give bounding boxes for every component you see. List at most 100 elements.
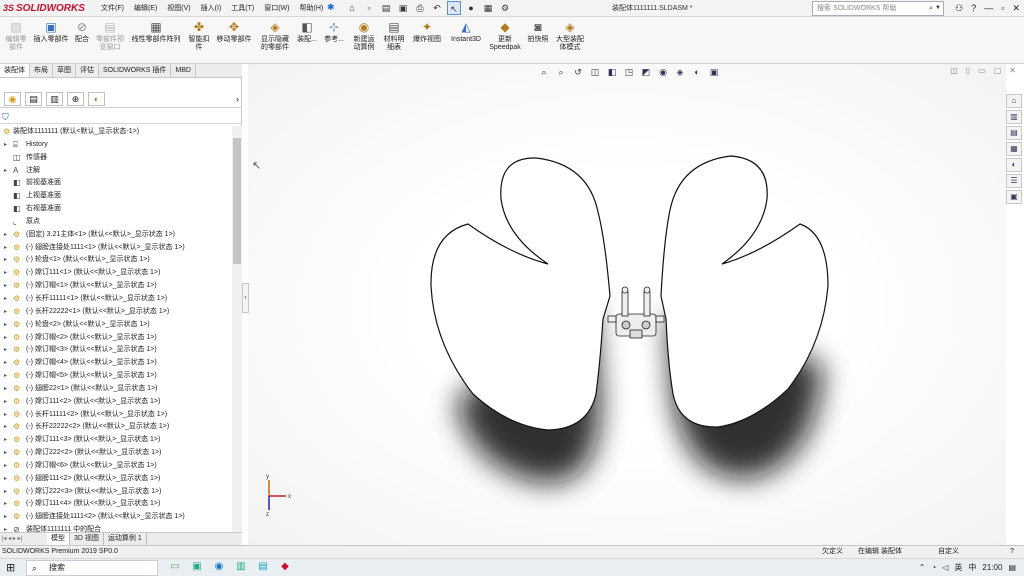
insert-component-button[interactable]: ▣ 插入零部件 — [31, 20, 71, 44]
tab-3d-view[interactable]: 3D 视图 — [70, 533, 104, 545]
expand-arrow-icon[interactable]: ▸ — [4, 254, 7, 267]
design-library-icon[interactable]: ▥ — [1006, 110, 1022, 124]
tree-item[interactable]: ▸ ⌸ History — [0, 139, 232, 152]
scrollbar-thumb[interactable] — [233, 138, 241, 264]
expand-arrow-icon[interactable]: ▸ — [4, 473, 7, 486]
units-selector[interactable]: 自定义 — [938, 546, 959, 558]
instant3d-button[interactable]: ◭ Instant3D — [448, 20, 484, 44]
expand-arrow-icon[interactable]: ▸ — [4, 293, 7, 306]
forum-icon[interactable]: ▣ — [1006, 190, 1022, 204]
show-hidden-button[interactable]: ◈ 显示隐藏 的零部件 — [258, 20, 292, 52]
edit-component-button[interactable]: ▧ 编辑零 部件 — [3, 20, 29, 52]
tree-item[interactable]: ▸ ⚙ (-) 嫦订111<2> (默认<<默认>_显示状态 1>) — [0, 396, 232, 409]
expand-arrow-icon[interactable]: ▸ — [4, 319, 7, 332]
smart-fasteners-button[interactable]: ✤ 智能扣 件 — [186, 20, 212, 52]
maximize-button[interactable]: ▫ — [1001, 0, 1004, 17]
menu-file[interactable]: 文件(F) — [96, 0, 129, 17]
appearances-icon[interactable]: ◐ — [1006, 158, 1022, 172]
expand-arrow-icon[interactable]: ▸ — [4, 460, 7, 473]
tree-item[interactable]: ▸ ⚙ (-) 轮盘<1> (默认<<默认>_显示状态 1>) — [0, 254, 232, 267]
select-icon[interactable]: ↖ — [447, 1, 461, 15]
expand-arrow-icon[interactable]: ▸ — [4, 267, 7, 280]
tab-assembly[interactable]: 装配体 — [0, 64, 30, 77]
tree-item[interactable]: ◧ 前视基准面 — [0, 177, 232, 190]
taskbar-search-input[interactable]: ⌕ 搜索 — [26, 560, 158, 576]
feature-manager-icon[interactable]: ◉ — [4, 92, 21, 106]
tree-item[interactable]: ▸ ⚙ (-) 长杆11111<1> (默认<<默认>_显示状态 1>) — [0, 293, 232, 306]
expand-arrow-icon[interactable]: ▸ — [4, 280, 7, 293]
view-orientation-icon[interactable]: ◳ — [623, 66, 635, 78]
section-view-icon[interactable]: ◫ — [589, 66, 601, 78]
edge-browser-icon[interactable]: ◉ — [212, 560, 226, 574]
file-properties-icon[interactable]: ▦ — [481, 1, 495, 15]
tree-item[interactable]: ▸ ⚙ (-) 嫦订帽<5> (默认<<默认>_显示状态 1>) — [0, 370, 232, 383]
help-status-icon[interactable]: ? — [1010, 546, 1014, 558]
pin-icon[interactable]: ✱ — [327, 2, 335, 13]
expand-arrow-icon[interactable]: ▸ — [4, 486, 7, 499]
expand-arrow-icon[interactable]: ▸ — [4, 409, 7, 422]
viewport-maximize-icon[interactable]: ▢ — [994, 66, 1002, 75]
expand-arrow-icon[interactable]: ▸ — [4, 306, 7, 319]
chevron-down-icon[interactable]: ▼ — [935, 2, 941, 15]
menu-tools[interactable]: 工具(T) — [226, 0, 259, 17]
display-manager-icon[interactable]: ◐ — [88, 92, 105, 106]
expand-arrow-icon[interactable]: ▸ — [4, 498, 7, 511]
search-icon[interactable]: ⌕ — [929, 2, 933, 15]
expand-arrow-icon[interactable]: ▸ — [4, 332, 7, 345]
tree-item[interactable]: ◧ 右视基准面 — [0, 203, 232, 216]
mate-button[interactable]: ⊘ 配合 — [72, 20, 92, 44]
zoom-to-fit-icon[interactable]: ⌕ — [538, 66, 550, 78]
tree-item[interactable]: ⌞ 原点 — [0, 216, 232, 229]
tab-motion-study[interactable]: 运动算例 1 — [104, 533, 147, 545]
move-component-button[interactable]: ✥ 移动零部件 — [213, 20, 255, 44]
linear-pattern-button[interactable]: ▦ 线性零部件阵列 — [128, 20, 184, 44]
tree-item[interactable]: ▸ ⚙ (-) 翅膀111<2> (默认<<默认>_显示状态 1>) — [0, 473, 232, 486]
menu-insert[interactable]: 插入(I) — [196, 0, 227, 17]
tray-chevron-icon[interactable]: ⌃ — [919, 559, 926, 576]
expand-arrow-icon[interactable]: ▸ — [4, 421, 7, 434]
open-icon[interactable]: ▤ — [379, 1, 393, 15]
dimxpert-manager-icon[interactable]: ⊕ — [67, 92, 84, 106]
tree-item[interactable]: ▸ ⚙ (-) 嫦订111<3> (默认<<默认>_显示状态 1>) — [0, 434, 232, 447]
expand-arrow-icon[interactable]: ▸ — [4, 229, 7, 242]
save-icon[interactable]: ▣ — [396, 1, 410, 15]
tab-layout[interactable]: 布局 — [30, 64, 53, 77]
expand-arrow-icon[interactable]: ▸ — [4, 383, 7, 396]
user-icon[interactable]: ⚇ — [955, 0, 963, 17]
component-preview-button[interactable]: ▤ 零部件预 览窗口 — [93, 20, 127, 52]
tree-item[interactable]: ▸ ⚙ (-) 嫦订帽<1> (默认<<默认>_显示状态 1>) — [0, 280, 232, 293]
tree-item[interactable]: ▸ ⚙ (-) 长杆22222<1> (默认<<默认>_显示状态 1>) — [0, 306, 232, 319]
expand-arrow-icon[interactable]: ▸ — [4, 242, 7, 255]
clock[interactable]: 21:00 — [982, 559, 1002, 576]
options-icon[interactable]: ⚙ — [498, 1, 512, 15]
file-explorer-icon[interactable]: ▤ — [1006, 126, 1022, 140]
tree-item[interactable]: ▸ ⚙ (-) 嫦订帽<2> (默认<<默认>_显示状态 1>) — [0, 332, 232, 345]
undo-icon[interactable]: ↶ — [430, 1, 444, 15]
expand-arrow-icon[interactable]: ▸ — [4, 139, 7, 152]
chevron-right-icon[interactable]: › — [236, 93, 239, 107]
tab-evaluate[interactable]: 评估 — [76, 64, 99, 77]
home-icon[interactable]: ⌂ — [345, 1, 359, 15]
print-icon[interactable]: ⎙ — [413, 1, 427, 15]
tree-item[interactable]: ▸ ⚙ (-) 嫦订帽<4> (默认<<默认>_显示状态 1>) — [0, 357, 232, 370]
tree-item[interactable]: ▸ ⚙ (-) 翅膀连接处1111<2> (默认<<默认>_显示状态 1>) — [0, 511, 232, 524]
tab-mbd[interactable]: MBD — [171, 64, 196, 77]
configuration-manager-icon[interactable]: ▥ — [46, 92, 63, 106]
view-palette-icon[interactable]: ▦ — [1006, 142, 1022, 156]
new-document-icon[interactable]: ▫ — [362, 1, 376, 15]
tree-item[interactable]: ▸ ⚙ (-) 嫦订222<3> (默认<<默认>_显示状态 1>) — [0, 486, 232, 499]
display-style-icon[interactable]: ◩ — [640, 66, 652, 78]
store-icon[interactable]: ▥ — [234, 560, 248, 574]
tab-model[interactable]: 模型 — [47, 533, 70, 545]
task-view-icon[interactable]: ▭ — [168, 560, 182, 574]
tree-scrollbar[interactable] — [232, 126, 242, 532]
exploded-view-button[interactable]: ✦ 爆炸视图 — [410, 20, 444, 44]
filter-icon[interactable]: ⛉ — [2, 112, 9, 123]
property-manager-icon[interactable]: ▤ — [25, 92, 42, 106]
tree-item[interactable]: ▸ ⚙ (-) 长杆22222<2> (默认<<默认>_显示状态 1>) — [0, 421, 232, 434]
tree-item[interactable]: ▸ A 注解 — [0, 165, 232, 178]
expand-arrow-icon[interactable]: ▸ — [4, 511, 7, 524]
file-manager-icon[interactable]: ▣ — [190, 560, 204, 574]
bill-of-materials-button[interactable]: ▤ 材料明 细表 — [382, 20, 406, 52]
viewport-close-icon[interactable]: ✕ — [1009, 66, 1016, 75]
